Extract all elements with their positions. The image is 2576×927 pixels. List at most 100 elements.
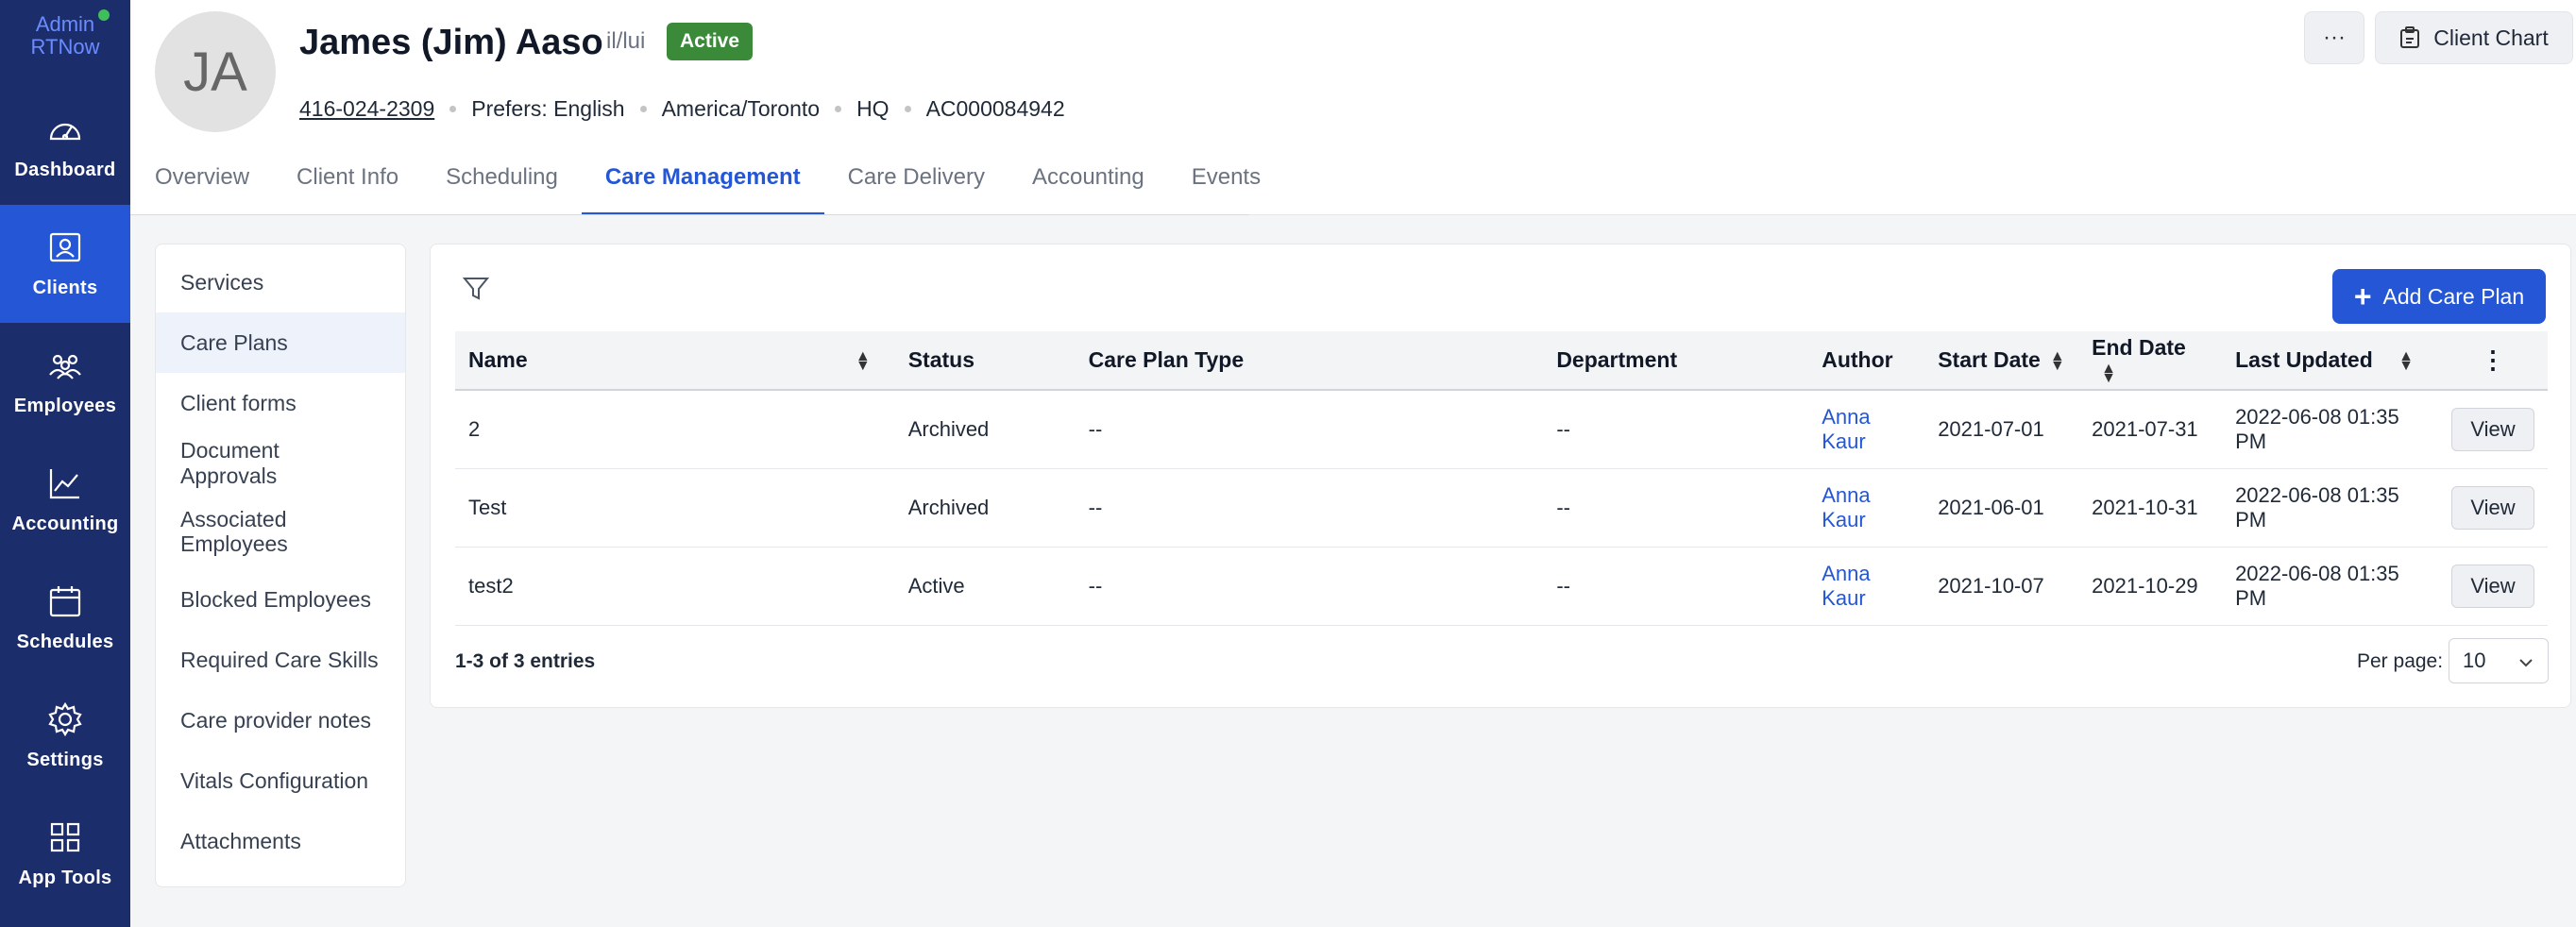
cell-end-date: 2021-07-31	[2092, 416, 2198, 441]
entries-count: 1-3 of 3 entries	[455, 650, 596, 672]
menu-item-vitals-configuration[interactable]: Vitals Configuration	[156, 750, 405, 811]
sort-icon[interactable]: ▲ ▼	[2398, 349, 2414, 374]
column-header-status: Status	[907, 347, 974, 372]
cell-end-date: 2021-10-29	[2092, 573, 2198, 598]
tab-overview[interactable]: Overview	[130, 140, 273, 215]
sort-icon[interactable]: ▲ ▼	[2050, 348, 2065, 373]
table-row: test2 Active -- -- Anna Kaur 2021-10-07 …	[455, 547, 2548, 625]
menu-item-document-approvals[interactable]: Document Approvals	[156, 433, 405, 494]
column-header-start-date[interactable]: Start Date ▲ ▼	[1924, 331, 2078, 390]
per-page-label: Per page:	[2357, 650, 2444, 672]
online-indicator	[98, 9, 110, 21]
nav-label: Employees	[13, 396, 117, 416]
filter-icon[interactable]	[462, 275, 490, 303]
nav-item-employees[interactable]: Employees	[0, 323, 130, 441]
cell-start-date: 2021-10-07	[1938, 573, 2044, 598]
timezone: America/Toronto	[661, 96, 821, 121]
column-header-name[interactable]: Name ▲ ▼	[455, 331, 895, 390]
chevron-down-icon	[2519, 659, 2533, 667]
grid-icon	[50, 822, 80, 852]
cell-status: Archived	[907, 416, 990, 441]
column-header-department: Department	[1556, 347, 1678, 372]
nav-label: Accounting	[11, 514, 119, 534]
nav-item-clients[interactable]: Clients	[0, 205, 130, 323]
tab-care-delivery[interactable]: Care Delivery	[824, 140, 1008, 215]
nav-item-accounting[interactable]: Accounting	[0, 441, 130, 559]
cell-start-date: 2021-07-01	[1938, 416, 2044, 441]
tab-accounting[interactable]: Accounting	[1008, 140, 1168, 215]
nav-label: Clients	[32, 278, 98, 298]
nav-label: Schedules	[16, 632, 114, 652]
client-badge-icon	[49, 232, 81, 262]
nav-label: Dashboard	[14, 160, 116, 180]
nav-item-schedules[interactable]: Schedules	[0, 559, 130, 677]
menu-item-required-care-skills[interactable]: Required Care Skills	[156, 630, 405, 690]
cell-type: --	[1088, 573, 1103, 598]
nav-label: App Tools	[18, 868, 112, 888]
add-care-plan-label: Add Care Plan	[2382, 283, 2525, 309]
cell-status: Archived	[907, 495, 990, 519]
status-badge: Active	[667, 23, 754, 60]
client-chart-button[interactable]: Client Chart	[2375, 11, 2573, 64]
menu-item-client-forms[interactable]: Client forms	[156, 373, 405, 433]
cell-author[interactable]: Anna Kaur	[1808, 390, 1924, 468]
client-meta: 416-024-2309 Prefers: English America/To…	[299, 96, 1065, 122]
column-header-last-updated[interactable]: Last Updated ▲ ▼	[2222, 331, 2438, 390]
menu-item-care-provider-notes[interactable]: Care provider notes	[156, 690, 405, 750]
per-page-value: 10	[2463, 649, 2486, 672]
menu-item-services[interactable]: Services	[156, 252, 405, 312]
table-row: 2 Archived -- -- Anna Kaur 2021-07-01 20…	[455, 390, 2548, 468]
cell-department: --	[1556, 573, 1570, 598]
menu-item-attachments[interactable]: Attachments	[156, 811, 405, 871]
column-header-care-plan-type: Care Plan Type	[1088, 347, 1245, 372]
app-logo[interactable]: Admin RTNow	[0, 0, 130, 87]
view-button[interactable]: View	[2450, 485, 2534, 530]
column-header-author: Author	[1822, 347, 1893, 372]
cell-status: Active	[907, 573, 965, 598]
client-name: James (Jim) Aaso	[299, 23, 603, 62]
tab-scheduling[interactable]: Scheduling	[422, 140, 582, 215]
employees-icon	[49, 354, 81, 379]
gear-icon	[48, 701, 82, 737]
clipboard-icon	[2400, 26, 2420, 48]
column-options-icon[interactable]: ⋮	[2438, 331, 2548, 390]
cell-type: --	[1088, 416, 1103, 441]
view-button[interactable]: View	[2450, 564, 2534, 608]
cell-last-updated: 2022-06-08 01:35 PM	[2235, 561, 2399, 610]
column-header-end-date[interactable]: End Date▲ ▼	[2078, 331, 2222, 390]
nav-item-app-tools[interactable]: App Tools	[0, 795, 130, 913]
client-tabs: Overview Client Info Scheduling Care Man…	[130, 140, 1284, 215]
cell-author[interactable]: Anna Kaur	[1808, 468, 1924, 547]
cell-department: --	[1556, 495, 1570, 519]
tabs-divider	[130, 214, 1249, 215]
cell-name: 2	[468, 416, 481, 441]
view-button[interactable]: View	[2450, 407, 2534, 451]
calendar-icon	[49, 586, 81, 617]
menu-item-associated-employees[interactable]: Associated Employees	[156, 494, 405, 569]
add-care-plan-button[interactable]: + Add Care Plan	[2332, 269, 2546, 324]
separator-dot	[639, 106, 647, 112]
gauge-icon	[49, 123, 81, 141]
cell-name: test2	[468, 573, 514, 598]
sort-icon[interactable]: ▲ ▼	[2101, 362, 2116, 386]
care-management-menu: Services Care Plans Client forms Documen…	[155, 244, 406, 887]
cell-department: --	[1556, 416, 1570, 441]
more-actions-button[interactable]: ···	[2304, 11, 2364, 64]
nav-item-settings[interactable]: Settings	[0, 677, 130, 795]
phone-link[interactable]: 416-024-2309	[299, 96, 434, 122]
tab-care-management[interactable]: Care Management	[581, 140, 824, 215]
care-plans-panel: + Add Care Plan Name ▲ ▼ Status Care Plan …	[430, 244, 2571, 708]
ellipsis-icon: ···	[2323, 25, 2346, 50]
separator-dot	[449, 106, 457, 112]
nav-label: Settings	[26, 750, 104, 770]
tab-client-info[interactable]: Client Info	[273, 140, 422, 215]
care-plans-table: Name ▲ ▼ Status Care Plan Type Department …	[455, 331, 2548, 626]
nav-item-dashboard[interactable]: Dashboard	[0, 87, 130, 205]
menu-item-blocked-employees[interactable]: Blocked Employees	[156, 569, 405, 630]
sort-icon[interactable]: ▲ ▼	[856, 349, 871, 374]
per-page-select[interactable]: 10	[2449, 638, 2549, 683]
tab-events[interactable]: Events	[1168, 140, 1284, 215]
cell-author[interactable]: Anna Kaur	[1808, 547, 1924, 625]
menu-item-care-plans[interactable]: Care Plans	[156, 312, 405, 373]
cell-last-updated: 2022-06-08 01:35 PM	[2235, 482, 2399, 531]
